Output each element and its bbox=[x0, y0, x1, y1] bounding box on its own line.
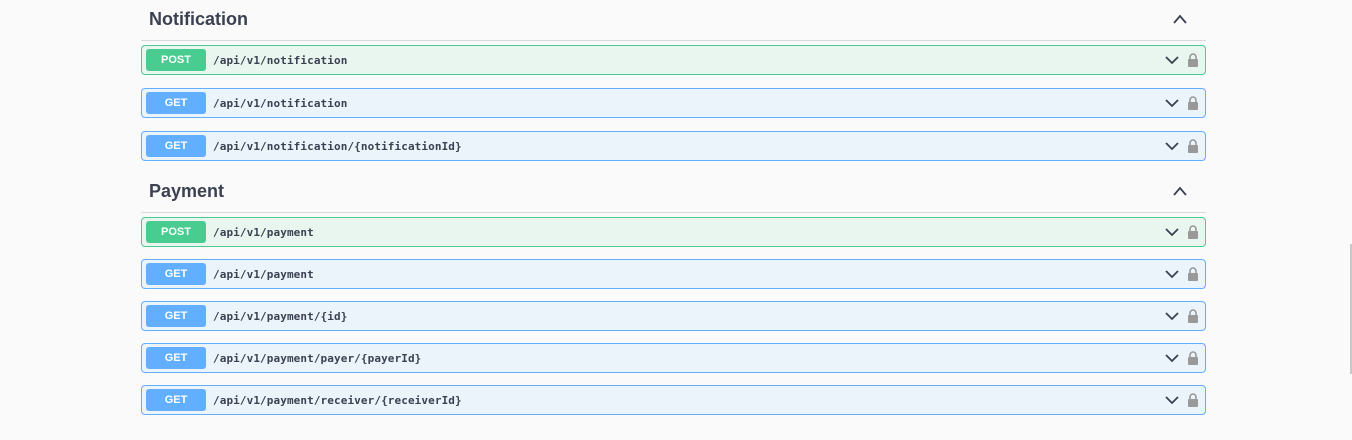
operation-path: /api/v1/notification bbox=[213, 54, 348, 67]
chevron-up-icon[interactable] bbox=[1172, 13, 1188, 25]
method-badge: GET bbox=[146, 389, 206, 411]
method-badge: POST bbox=[146, 49, 206, 71]
api-operations-list: Notification POST /api/v1/notification G… bbox=[141, 0, 1206, 415]
lock-icon[interactable] bbox=[1187, 309, 1199, 323]
method-badge: POST bbox=[146, 221, 206, 243]
method-badge: GET bbox=[146, 347, 206, 369]
section-header-payment[interactable]: Payment bbox=[141, 172, 1206, 213]
method-badge: GET bbox=[146, 263, 206, 285]
section-title: Payment bbox=[149, 181, 225, 201]
method-badge: GET bbox=[146, 305, 206, 327]
chevron-down-icon[interactable] bbox=[1165, 395, 1179, 405]
lock-icon[interactable] bbox=[1187, 53, 1199, 67]
operation-post-payment[interactable]: POST /api/v1/payment bbox=[141, 217, 1206, 247]
operation-path: /api/v1/payment bbox=[213, 268, 314, 281]
operation-get-payment-by-id[interactable]: GET /api/v1/payment/{id} bbox=[141, 301, 1206, 331]
operation-path: /api/v1/notification/{notificationId} bbox=[213, 140, 462, 153]
method-badge: GET bbox=[146, 92, 206, 114]
method-badge: GET bbox=[146, 135, 206, 157]
operation-get-payment-by-payer[interactable]: GET /api/v1/payment/payer/{payerId} bbox=[141, 343, 1206, 373]
lock-icon[interactable] bbox=[1187, 96, 1199, 110]
operation-get-payment[interactable]: GET /api/v1/payment bbox=[141, 259, 1206, 289]
operation-get-payment-by-receiver[interactable]: GET /api/v1/payment/receiver/{receiverId… bbox=[141, 385, 1206, 415]
chevron-down-icon[interactable] bbox=[1165, 141, 1179, 151]
operation-path: /api/v1/payment/payer/{payerId} bbox=[213, 352, 422, 365]
operation-get-notification-by-id[interactable]: GET /api/v1/notification/{notificationId… bbox=[141, 131, 1206, 161]
chevron-down-icon[interactable] bbox=[1165, 269, 1179, 279]
operation-post-notification[interactable]: POST /api/v1/notification bbox=[141, 45, 1206, 75]
lock-icon[interactable] bbox=[1187, 139, 1199, 153]
operation-path: /api/v1/notification bbox=[213, 97, 348, 110]
section-header-notification[interactable]: Notification bbox=[141, 0, 1206, 41]
lock-icon[interactable] bbox=[1187, 351, 1199, 365]
operation-path: /api/v1/payment bbox=[213, 226, 314, 239]
lock-icon[interactable] bbox=[1187, 393, 1199, 407]
section-title: Notification bbox=[149, 9, 248, 29]
chevron-down-icon[interactable] bbox=[1165, 55, 1179, 65]
chevron-down-icon[interactable] bbox=[1165, 98, 1179, 108]
chevron-up-icon[interactable] bbox=[1172, 185, 1188, 197]
lock-icon[interactable] bbox=[1187, 267, 1199, 281]
operation-path: /api/v1/payment/receiver/{receiverId} bbox=[213, 394, 462, 407]
operation-path: /api/v1/payment/{id} bbox=[213, 310, 348, 323]
operation-get-notification[interactable]: GET /api/v1/notification bbox=[141, 88, 1206, 118]
chevron-down-icon[interactable] bbox=[1165, 353, 1179, 363]
chevron-down-icon[interactable] bbox=[1165, 227, 1179, 237]
chevron-down-icon[interactable] bbox=[1165, 311, 1179, 321]
lock-icon[interactable] bbox=[1187, 225, 1199, 239]
